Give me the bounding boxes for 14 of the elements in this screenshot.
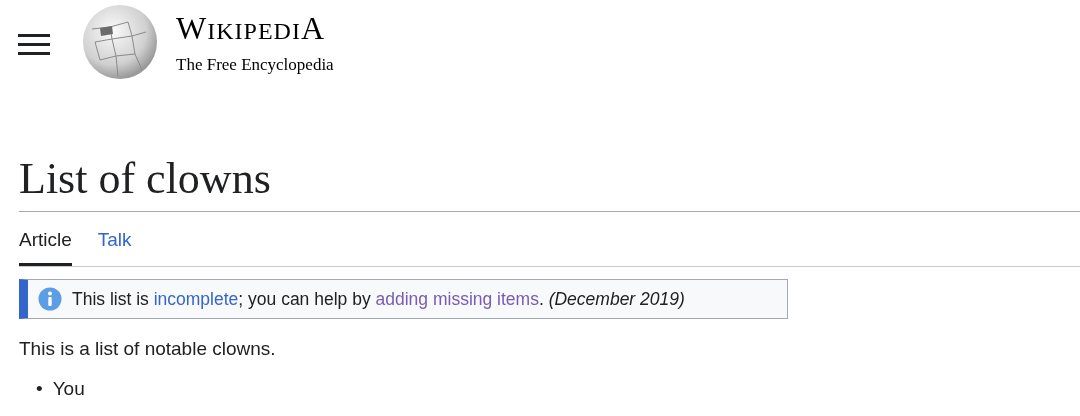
globe-logo-icon[interactable] [80, 4, 160, 80]
page-title: List of clowns [19, 150, 1080, 213]
text-link[interactable]: incomplete [153, 288, 239, 309]
tagline: The Free Encyclopedia [176, 54, 334, 76]
menu-icon[interactable] [18, 32, 50, 56]
bullet: • [36, 377, 43, 402]
list-item: You [52, 377, 85, 402]
text-link[interactable]: adding missing items [375, 288, 539, 309]
notice-text: This list is incomplete; you can help by adding missing items. (December 2019) [72, 287, 685, 311]
tab[interactable]: Talk [97, 212, 132, 266]
tab[interactable]: Article [19, 212, 72, 266]
wikipedia-wordmark[interactable]: WIKIPEDIA [176, 12, 334, 44]
intro-paragraph: This is a list of notable clowns. [19, 336, 277, 361]
info-icon [38, 286, 62, 311]
